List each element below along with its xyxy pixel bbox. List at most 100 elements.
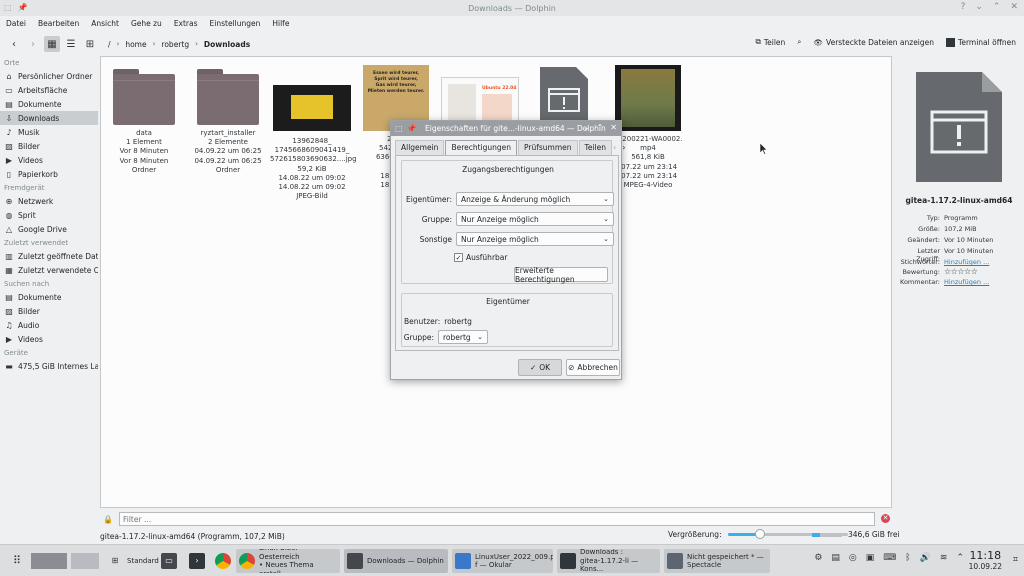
search-button[interactable]: ⌕ bbox=[797, 37, 801, 47]
close-icon[interactable]: ✕ bbox=[1010, 2, 1018, 12]
tab-allgemein[interactable]: Allgemein bbox=[395, 140, 445, 155]
file-item[interactable]: 13962848_ 1745668609041419_ 572615803690… bbox=[270, 65, 357, 201]
add-link[interactable]: Hinzufügen ... bbox=[944, 278, 1024, 286]
taskbar-task[interactable]: Linux Bibel Oesterreich • Neues Thema er… bbox=[236, 549, 340, 573]
details-view-icon[interactable]: ⊞ bbox=[82, 36, 98, 52]
executable-checkbox[interactable]: ✓ bbox=[454, 253, 463, 262]
sidebar-item[interactable]: ▤ Dokumente bbox=[0, 97, 98, 111]
display-icon[interactable]: ▣ bbox=[866, 553, 875, 563]
cancel-button[interactable]: ⊘ Abbrechen bbox=[566, 359, 620, 376]
owner-permission-select[interactable]: Anzeige & Änderung möglich ⌄ bbox=[456, 192, 614, 206]
group-permission-select[interactable]: Nur Anzeige möglich ⌄ bbox=[456, 212, 614, 226]
window-titlebar[interactable]: ⬚ 📌 Downloads — Dolphin ? ⌄ ⌃ ✕ bbox=[0, 0, 1024, 16]
taskbar-task[interactable]: Downloads : gitea-1.17.2-li — Kons... bbox=[557, 549, 660, 573]
settings-icon[interactable]: ⚙ bbox=[814, 553, 822, 563]
sidebar-item[interactable]: △ Google Drive bbox=[0, 222, 98, 236]
breadcrumb-robertg[interactable]: robertg bbox=[161, 40, 189, 49]
free-space-indicator[interactable]: 346,6 GiB frei bbox=[812, 530, 900, 539]
file-item[interactable]: data 1 Element Vor 8 Minuten Vor 8 Minuten O… bbox=[102, 65, 186, 175]
dialog-pin-icon[interactable]: 📌 bbox=[407, 124, 417, 133]
close-filter-icon[interactable]: ✕ bbox=[881, 514, 890, 523]
owner-group-select[interactable]: robertg ⌄ bbox=[438, 330, 488, 344]
app-menu-icon[interactable]: ⬚ bbox=[4, 3, 12, 12]
sidebar-item[interactable]: ♪ Musik bbox=[0, 125, 98, 139]
dialog-minimize-icon[interactable]: ⌄ bbox=[583, 123, 590, 132]
sidebar-item[interactable]: ▶ Videos bbox=[0, 153, 98, 167]
tab-pruefsummen[interactable]: Prüfsummen bbox=[518, 140, 578, 155]
sidebar-item[interactable]: ▬ 475,5 GiB Internes La... bbox=[0, 359, 98, 373]
help-icon[interactable]: ? bbox=[961, 2, 966, 12]
breadcrumb-root[interactable]: / bbox=[108, 40, 111, 49]
sidebar-item[interactable]: ⊕ Netzwerk bbox=[0, 194, 98, 208]
menu-extras[interactable]: Extras bbox=[173, 18, 199, 29]
menu-einstellungen[interactable]: Einstellungen bbox=[209, 18, 262, 29]
hidden-files-button[interactable]: 👁 Versteckte Dateien anzeigen bbox=[814, 38, 935, 47]
activity-switcher[interactable]: ⊞ Standard bbox=[104, 549, 162, 573]
dialog-maximize-icon[interactable]: ⌃ bbox=[597, 123, 604, 132]
advanced-permissions-button[interactable]: Erweiterte Berechtigungen bbox=[514, 266, 608, 284]
sidebar-item[interactable]: ▨ Bilder bbox=[0, 139, 98, 153]
tray-expand-icon[interactable]: ⌃ bbox=[956, 553, 964, 563]
tab-scroll-right-icon[interactable]: › bbox=[622, 143, 625, 152]
taskbar-task[interactable]: LinuxUser_2022_009.pd f — Okular bbox=[452, 549, 553, 573]
icons-view-icon[interactable]: ▦ bbox=[44, 36, 60, 52]
taskbar-task[interactable]: Nicht gespeichert * — Spectacle bbox=[664, 549, 770, 573]
maximize-icon[interactable]: ⌃ bbox=[993, 2, 1001, 12]
pin-icon[interactable]: 📌 bbox=[18, 3, 28, 12]
tab-scroll-left-icon[interactable]: ‹ bbox=[613, 143, 616, 152]
filter-input[interactable] bbox=[119, 512, 875, 526]
pager-desktop-2[interactable] bbox=[71, 553, 99, 569]
breadcrumb-current[interactable]: Downloads bbox=[204, 40, 250, 49]
sidebar-item[interactable]: ▯ Papierkorb bbox=[0, 167, 98, 181]
menu-hilfe[interactable]: Hilfe bbox=[271, 18, 290, 29]
sidebar-item[interactable]: ▶ Videos bbox=[0, 332, 98, 346]
launcher-dolphin[interactable]: ▭ bbox=[158, 549, 180, 573]
launcher-chrome[interactable] bbox=[212, 549, 234, 573]
split-button[interactable]: ⧉ Teilen bbox=[755, 37, 785, 47]
taskbar-task[interactable]: Downloads — Dolphin bbox=[344, 549, 448, 573]
sidebar-item[interactable]: ♫ Audio bbox=[0, 318, 98, 332]
launcher-konsole[interactable]: › bbox=[186, 549, 208, 573]
menu-ansicht[interactable]: Ansicht bbox=[90, 18, 120, 29]
bluetooth-icon[interactable]: ᛒ bbox=[905, 553, 910, 563]
update-icon[interactable]: ◎ bbox=[849, 553, 857, 563]
application-launcher[interactable]: ⠿ bbox=[6, 549, 28, 573]
compact-view-icon[interactable]: ☰ bbox=[63, 36, 79, 52]
sidebar-item[interactable]: ▥ Zuletzt geöffnete Dat... bbox=[0, 249, 98, 263]
sidebar-item[interactable]: ⌂ Persönlicher Ordner bbox=[0, 69, 98, 83]
sidebar-item[interactable]: ▭ Arbeitsfläche bbox=[0, 83, 98, 97]
ok-button[interactable]: ✓ OK bbox=[518, 359, 562, 376]
menu-gehe-zu[interactable]: Gehe zu bbox=[130, 18, 163, 29]
forward-icon[interactable]: › bbox=[25, 36, 41, 52]
rating-stars[interactable]: ☆☆☆☆☆ bbox=[944, 268, 1024, 276]
dialog-titlebar[interactable]: ⬚ 📌 Eigenschaften für gite...-linux-amd6… bbox=[391, 121, 621, 136]
breadcrumb-home[interactable]: home bbox=[125, 40, 146, 49]
pager[interactable] bbox=[28, 549, 102, 573]
sidebar-item[interactable]: ⇩ Downloads bbox=[0, 111, 98, 125]
terminal-button[interactable]: Terminal öffnen bbox=[946, 37, 1016, 47]
tab-teilen[interactable]: Teilen bbox=[578, 140, 613, 155]
sidebar-item[interactable]: ◍ Sprit bbox=[0, 208, 98, 222]
dialog-close-icon[interactable]: ✕ bbox=[610, 123, 617, 132]
keyboard-icon[interactable]: ⌨ bbox=[883, 553, 896, 563]
add-link[interactable]: Hinzufügen ... bbox=[944, 258, 1024, 266]
show-desktop-icon[interactable]: ⌗ bbox=[1013, 555, 1018, 565]
volume-icon[interactable]: 🔊 bbox=[920, 553, 931, 563]
minimize-icon[interactable]: ⌄ bbox=[975, 2, 983, 12]
file-item[interactable]: ryztart_installer 2 Elemente 04.09.22 um 0… bbox=[186, 65, 270, 175]
sidebar-item[interactable]: ▦ Zuletzt verwendete O... bbox=[0, 263, 98, 277]
clipboard-icon[interactable]: ▤ bbox=[831, 553, 840, 563]
zoom-slider-handle[interactable] bbox=[755, 529, 765, 539]
executable-checkbox-row[interactable]: ✓ Ausführbar bbox=[454, 253, 507, 262]
sidebar-item[interactable]: ▤ Dokumente bbox=[0, 290, 98, 304]
sidebar-item[interactable]: ▨ Bilder bbox=[0, 304, 98, 318]
dialog-app-icon[interactable]: ⬚ bbox=[395, 124, 403, 133]
digital-clock[interactable]: 11:18 10.09.22 bbox=[969, 549, 1002, 571]
lock-icon[interactable]: 🔒 bbox=[100, 515, 116, 524]
wifi-icon[interactable]: ≋ bbox=[940, 553, 948, 563]
others-permission-select[interactable]: Nur Anzeige möglich ⌄ bbox=[456, 232, 614, 246]
pager-desktop-1[interactable] bbox=[31, 553, 67, 569]
tab-berechtigungen[interactable]: Berechtigungen bbox=[445, 140, 518, 155]
back-icon[interactable]: ‹ bbox=[6, 36, 22, 52]
menu-datei[interactable]: Datei bbox=[5, 18, 27, 29]
